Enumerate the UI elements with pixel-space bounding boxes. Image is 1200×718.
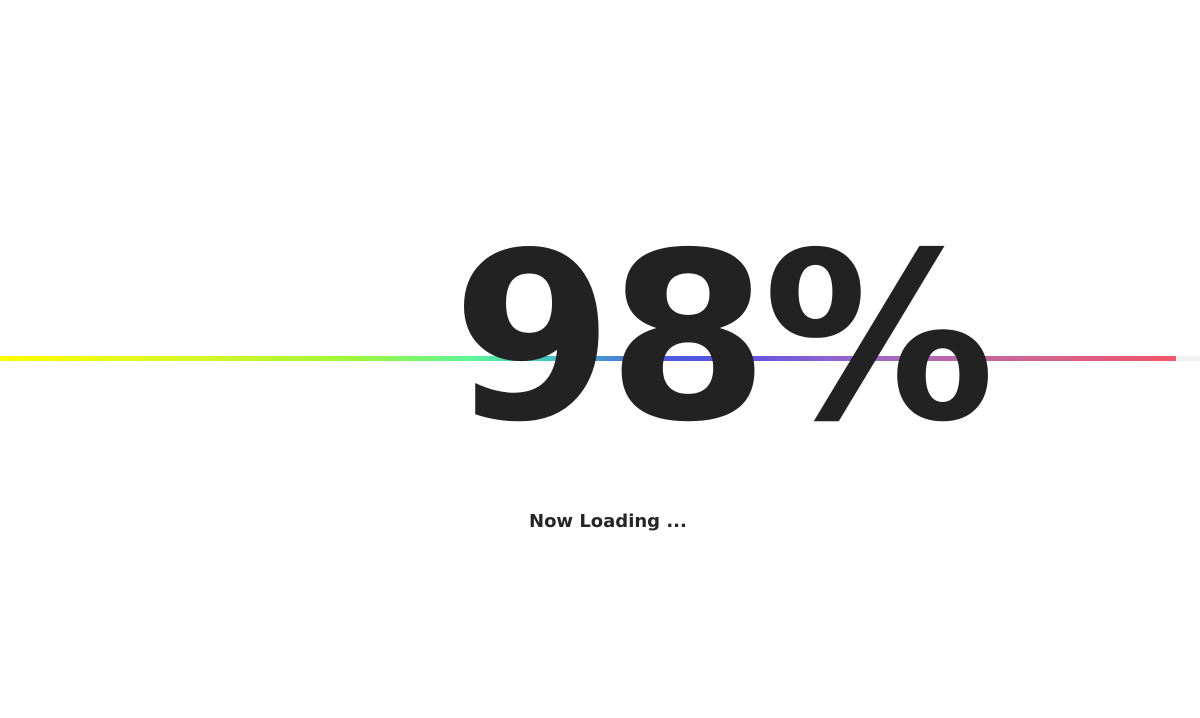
progress-percentage: 98% xyxy=(452,203,995,473)
loading-screen: 98% Now Loading ... xyxy=(0,0,1200,718)
loading-status-text: Now Loading ... xyxy=(529,511,687,532)
